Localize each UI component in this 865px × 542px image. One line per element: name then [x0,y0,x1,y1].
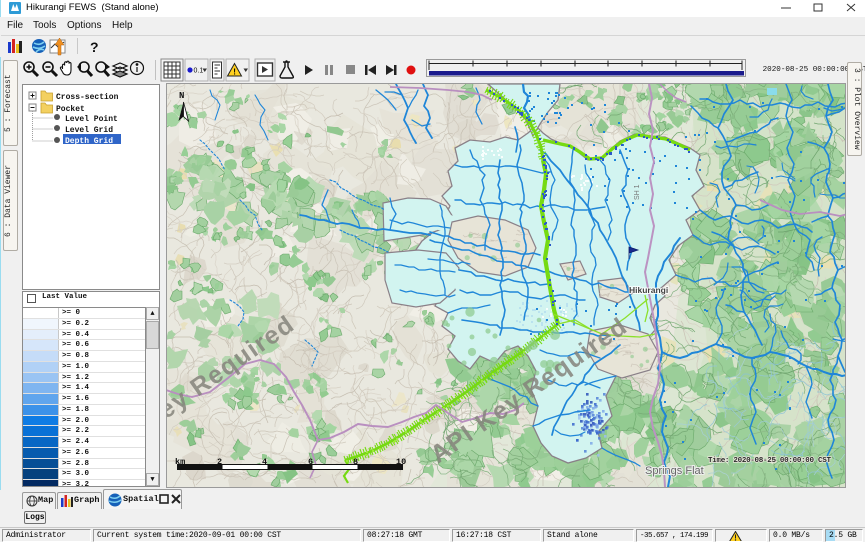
svg-text:Depth Grid: Depth Grid [65,137,113,146]
svg-text:0.1: 0.1 [194,68,204,75]
svg-text:Springs Flat: Springs Flat [645,465,704,477]
svg-text:N: N [179,91,184,101]
svg-text:Level Point: Level Point [65,115,118,124]
svg-text:Time: 2020-08-25 00:00:00 CST: Time: 2020-08-25 00:00:00 CST [708,457,831,465]
svg-text:!: ! [233,68,236,77]
svg-text:Level Grid: Level Grid [65,126,113,135]
svg-text:Cross-section: Cross-section [56,93,119,102]
svg-text:?: ? [90,39,99,55]
svg-text:SH 1: SH 1 [634,184,641,200]
svg-text:Hikurangi: Hikurangi [629,285,668,295]
svg-text:Pocket: Pocket [56,105,85,114]
